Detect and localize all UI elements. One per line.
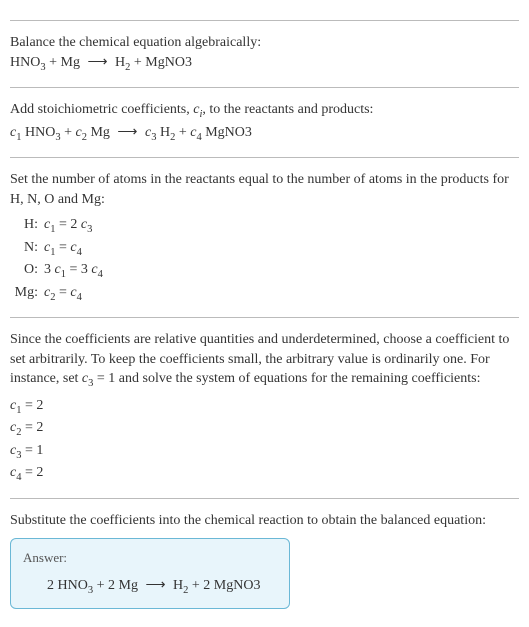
text: = 1 and solve the system of equations fo… [93, 371, 480, 386]
arrow-icon: ⟶ [83, 53, 111, 73]
element-label: H: [10, 215, 44, 235]
text: Mg [87, 125, 113, 140]
arrow-icon: ⟶ [141, 576, 169, 596]
equation-body: 3 c1 = 3 c4 [44, 260, 103, 282]
answer-intro: Substitute the coefficients into the che… [10, 511, 519, 531]
equation-body: c2 = c4 [44, 283, 82, 305]
text: + [175, 125, 190, 140]
atom-equation-row: O:3 c1 = 3 c4 [10, 260, 519, 282]
atom-balance-title: Set the number of atoms in the reactants… [10, 170, 519, 209]
text: HNO [21, 125, 55, 140]
coefficient-row: c4 = 2 [10, 463, 519, 485]
text: , to the reactants and products: [202, 102, 373, 117]
equation-body: c1 = c4 [44, 238, 82, 260]
text: + [61, 125, 76, 140]
text: + 2 Mg [93, 578, 141, 593]
solve-text: Since the coefficients are relative quan… [10, 330, 519, 392]
arrow-icon: ⟶ [113, 123, 141, 143]
text: H [156, 125, 170, 140]
balanced-equation: 2 HNO3 + 2 Mg ⟶ H2 + 2 MgNO3 [23, 576, 277, 598]
text: Add stoichiometric coefficients, [10, 102, 193, 117]
coefficient-list: c1 = 2c2 = 2c3 = 1c4 = 2 [10, 396, 519, 486]
atom-equation-row: N:c1 = c4 [10, 238, 519, 260]
text: MgNO3 [202, 125, 252, 140]
section-answer: Substitute the coefficients into the che… [10, 498, 519, 609]
stoich-equation: c1 HNO3 + c2 Mg ⟶ c3 H2 + c4 MgNO3 [10, 123, 519, 145]
eqn-part: HNO [10, 55, 40, 70]
stoich-title: Add stoichiometric coefficients, ci, to … [10, 100, 519, 122]
text: 2 HNO [47, 578, 88, 593]
unbalanced-equation: HNO3 + Mg ⟶ H2 + MgNO3 [10, 53, 519, 75]
element-label: N: [10, 238, 44, 258]
element-label: Mg: [10, 283, 44, 303]
answer-label: Answer: [23, 549, 277, 567]
coefficient-row: c3 = 1 [10, 441, 519, 463]
atom-equations-table: H:c1 = 2 c3N:c1 = c4O:3 c1 = 3 c4Mg:c2 =… [10, 215, 519, 305]
text: + 2 MgNO3 [188, 578, 260, 593]
eqn-part: H [112, 55, 126, 70]
element-label: O: [10, 260, 44, 280]
coefficient-row: c1 = 2 [10, 396, 519, 418]
section-problem: Balance the chemical equation algebraica… [10, 20, 519, 75]
section-stoichiometric: Add stoichiometric coefficients, ci, to … [10, 87, 519, 145]
atom-equation-row: H:c1 = 2 c3 [10, 215, 519, 237]
answer-box: Answer: 2 HNO3 + 2 Mg ⟶ H2 + 2 MgNO3 [10, 538, 290, 609]
coefficient-row: c2 = 2 [10, 418, 519, 440]
equation-body: c1 = 2 c3 [44, 215, 92, 237]
eqn-part: + Mg [46, 55, 84, 70]
section-solve: Since the coefficients are relative quan… [10, 317, 519, 486]
atom-equation-row: Mg:c2 = c4 [10, 283, 519, 305]
eqn-part: + MgNO3 [130, 55, 192, 70]
problem-title: Balance the chemical equation algebraica… [10, 33, 519, 53]
text: H [170, 578, 184, 593]
section-atom-balance: Set the number of atoms in the reactants… [10, 157, 519, 305]
